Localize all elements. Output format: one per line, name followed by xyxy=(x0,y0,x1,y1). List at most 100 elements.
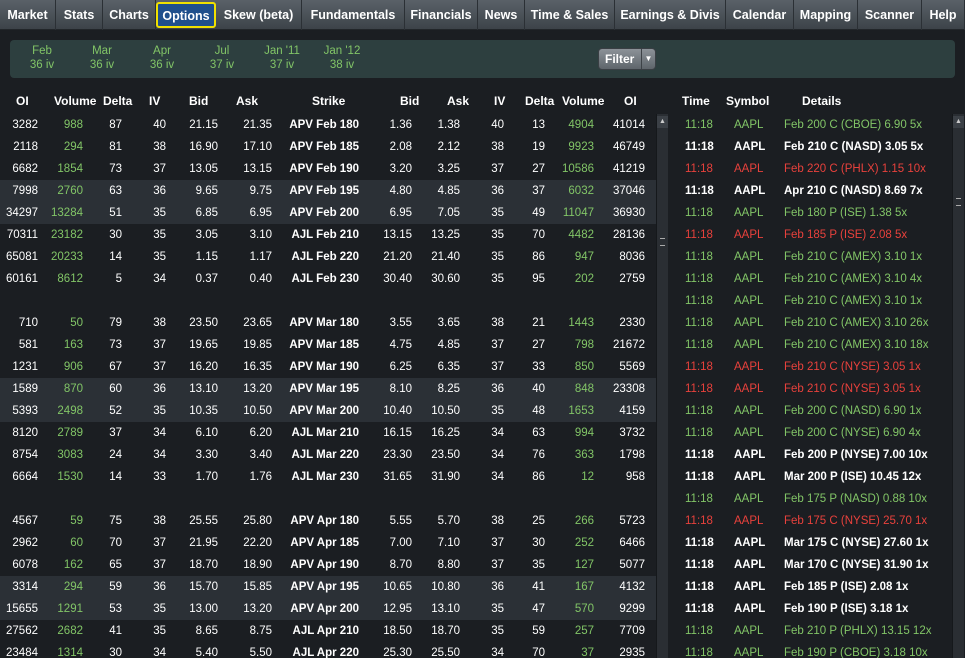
option-row[interactable]: 65081 20233 14 35 1.15 1.17 AJL Feb 220 21.20 21… xyxy=(0,246,656,268)
option-row[interactable]: 3314 294 59 36 15.70 15.85 APV Apr 195 10.65 10.… xyxy=(0,576,656,598)
strike-cell[interactable]: AJL Feb 210 xyxy=(282,224,359,246)
tns-row[interactable]: 11:18 AAPL Feb 180 P (ISE) 1.38 5x xyxy=(670,202,952,224)
strike-cell[interactable]: APV Feb 185 xyxy=(282,136,359,158)
tab-charts[interactable]: Charts xyxy=(103,0,156,30)
tns-row[interactable]: 11:18 AAPL Feb 210 C (NYSE) 3.05 1x xyxy=(670,356,952,378)
header-call-delta[interactable]: Delta xyxy=(103,94,132,108)
scroll-up-arrow-icon[interactable]: ▲ xyxy=(657,116,668,128)
header-put-volume[interactable]: Volume xyxy=(562,94,604,108)
tab-help[interactable]: Help xyxy=(922,0,965,30)
option-row[interactable]: 581 163 73 37 19.65 19.85 APV Mar 185 4.75 4.85 3… xyxy=(0,334,656,356)
tns-row[interactable]: 11:18 AAPL Feb 210 C (AMEX) 3.10 1x xyxy=(670,290,952,312)
header-tns-time[interactable]: Time xyxy=(682,94,710,108)
option-row[interactable]: 2118 294 81 38 16.90 17.10 APV Feb 185 2.08 2.12… xyxy=(0,136,656,158)
expiry-item[interactable]: Jan '11 37 iv xyxy=(252,44,312,72)
strike-cell[interactable]: AJL Feb 230 xyxy=(282,268,359,290)
option-row[interactable]: 7998 2760 63 36 9.65 9.75 APV Feb 195 4.80 4.85 3… xyxy=(0,180,656,202)
option-row[interactable]: 23484 1314 30 34 5.40 5.50 AJL Apr 220 25.30 25.… xyxy=(0,642,656,658)
tab-financials[interactable]: Financials xyxy=(405,0,478,30)
strike-cell[interactable]: APV Apr 195 xyxy=(282,576,359,598)
header-call-iv[interactable]: IV xyxy=(149,94,160,108)
header-put-delta[interactable]: Delta xyxy=(525,94,554,108)
option-row[interactable]: 6664 1530 14 33 1.70 1.76 AJL Mar 230 31.65 31.9… xyxy=(0,466,656,488)
tns-row[interactable]: 11:18 AAPL Feb 185 P (ISE) 2.08 5x xyxy=(670,224,952,246)
strike-cell[interactable]: APV Apr 185 xyxy=(282,532,359,554)
tns-row[interactable]: 11:18 AAPL Feb 200 C (NYSE) 6.90 4x xyxy=(670,422,952,444)
strike-cell[interactable]: AJL Mar 220 xyxy=(282,444,359,466)
tns-row[interactable]: 11:18 AAPL Mar 170 C (NYSE) 31.90 1x xyxy=(670,554,952,576)
option-row[interactable]: 8120 2789 37 34 6.10 6.20 AJL Mar 210 16.15 16.2… xyxy=(0,422,656,444)
option-row[interactable]: 2962 60 70 37 21.95 22.20 APV Apr 185 7.00 7.10 3… xyxy=(0,532,656,554)
header-call-bid[interactable]: Bid xyxy=(189,94,208,108)
option-row[interactable]: 6682 1854 73 37 13.05 13.15 APV Feb 190 3.20 3.2… xyxy=(0,158,656,180)
tns-row[interactable]: 11:18 AAPL Feb 210 C (NYSE) 3.05 1x xyxy=(670,378,952,400)
strike-cell[interactable]: AJL Apr 210 xyxy=(282,620,359,642)
scroll-grip-icon[interactable] xyxy=(956,198,961,206)
tns-row[interactable]: 11:18 AAPL Mar 200 P (ISE) 10.45 12x xyxy=(670,466,952,488)
chain-scrollbar[interactable]: ▲ xyxy=(656,114,668,658)
header-tns-details[interactable]: Details xyxy=(802,94,841,108)
tns-row[interactable]: 11:18 AAPL Feb 185 P (ISE) 2.08 1x xyxy=(670,576,952,598)
option-row[interactable]: 1589 870 60 36 13.10 13.20 APV Mar 195 8.10 8.25… xyxy=(0,378,656,400)
expiry-item[interactable]: Apr 36 iv xyxy=(132,44,192,72)
strike-cell[interactable]: APV Mar 185 xyxy=(282,334,359,356)
expiry-item[interactable]: Jan '12 38 iv xyxy=(312,44,372,72)
option-row[interactable]: 60161 8612 5 34 0.37 0.40 AJL Feb 230 30.40 30.6… xyxy=(0,268,656,290)
option-row[interactable]: 710 50 79 38 23.50 23.65 APV Mar 180 3.55 3.65 38… xyxy=(0,312,656,334)
tab-skew-beta[interactable]: Skew (beta) xyxy=(216,0,302,30)
header-strike[interactable]: Strike xyxy=(312,94,345,108)
header-call-ask[interactable]: Ask xyxy=(236,94,258,108)
tns-row[interactable]: 11:18 AAPL Feb 190 P (CBOE) 3.18 10x xyxy=(670,642,952,658)
chevron-down-icon[interactable]: ▼ xyxy=(641,49,655,69)
option-row[interactable]: 15655 1291 53 35 13.00 13.20 APV Apr 200 12.95 1… xyxy=(0,598,656,620)
strike-cell[interactable]: AJL Mar 230 xyxy=(282,466,359,488)
option-row[interactable]: 70311 23182 30 35 3.05 3.10 AJL Feb 210 13.15 13… xyxy=(0,224,656,246)
strike-cell[interactable]: APV Mar 200 xyxy=(282,400,359,422)
strike-cell[interactable]: APV Apr 190 xyxy=(282,554,359,576)
strike-cell[interactable]: AJL Feb 220 xyxy=(282,246,359,268)
strike-cell[interactable]: APV Mar 190 xyxy=(282,356,359,378)
strike-cell[interactable]: APV Apr 180 xyxy=(282,510,359,532)
expiry-item[interactable]: Feb 36 iv xyxy=(12,44,72,72)
tab-options[interactable]: Options xyxy=(156,2,216,28)
tab-market[interactable]: Market xyxy=(0,0,56,30)
filter-button[interactable]: Filter ▼ xyxy=(598,48,656,70)
tab-scanner[interactable]: Scanner xyxy=(858,0,922,30)
option-row[interactable]: 5393 2498 52 35 10.35 10.50 APV Mar 200 10.40 10… xyxy=(0,400,656,422)
tns-row[interactable]: 11:18 AAPL Apr 210 C (NASD) 8.69 7x xyxy=(670,180,952,202)
header-tns-symbol[interactable]: Symbol xyxy=(726,94,769,108)
header-put-bid[interactable]: Bid xyxy=(400,94,419,108)
tns-row[interactable]: 11:18 AAPL Feb 210 C (AMEX) 3.10 26x xyxy=(670,312,952,334)
option-row[interactable]: 27562 2682 41 35 8.65 8.75 AJL Apr 210 18.50 18.… xyxy=(0,620,656,642)
strike-cell[interactable]: APV Feb 180 xyxy=(282,114,359,136)
header-put-ask[interactable]: Ask xyxy=(447,94,469,108)
expiry-item[interactable]: Mar 36 iv xyxy=(72,44,132,72)
strike-cell[interactable]: APV Feb 195 xyxy=(282,180,359,202)
strike-cell[interactable]: APV Apr 200 xyxy=(282,598,359,620)
tns-row[interactable]: 11:18 AAPL Feb 175 C (NYSE) 25.70 1x xyxy=(670,510,952,532)
tab-earnings-divis[interactable]: Earnings & Divis xyxy=(615,0,726,30)
tab-calendar[interactable]: Calendar xyxy=(726,0,794,30)
header-call-volume[interactable]: Volume xyxy=(54,94,96,108)
tns-row[interactable]: 11:18 AAPL Mar 175 C (NYSE) 27.60 1x xyxy=(670,532,952,554)
tab-time-sales[interactable]: Time & Sales xyxy=(525,0,615,30)
tns-row[interactable]: 11:18 AAPL Feb 210 C (NASD) 3.05 5x xyxy=(670,136,952,158)
scroll-up-arrow-icon[interactable]: ▲ xyxy=(953,116,964,128)
tns-row[interactable]: 11:18 AAPL Feb 210 C (AMEX) 3.10 1x xyxy=(670,246,952,268)
option-row[interactable]: 8754 3083 24 34 3.30 3.40 AJL Mar 220 23.30 23.5… xyxy=(0,444,656,466)
strike-cell[interactable]: APV Feb 190 xyxy=(282,158,359,180)
strike-cell[interactable]: APV Mar 180 xyxy=(282,312,359,334)
option-row[interactable]: 1231 906 67 37 16.20 16.35 APV Mar 190 6.25 6.35… xyxy=(0,356,656,378)
tns-row[interactable]: 11:18 AAPL Feb 210 C (AMEX) 3.10 18x xyxy=(670,334,952,356)
tab-fundamentals[interactable]: Fundamentals xyxy=(302,0,405,30)
strike-cell[interactable]: APV Feb 200 xyxy=(282,202,359,224)
tns-row[interactable]: 11:18 AAPL Feb 210 C (AMEX) 3.10 4x xyxy=(670,268,952,290)
tab-news[interactable]: News xyxy=(478,0,525,30)
expiry-item[interactable]: Jul 37 iv xyxy=(192,44,252,72)
tab-mapping[interactable]: Mapping xyxy=(794,0,858,30)
tns-row[interactable]: 11:18 AAPL Feb 200 P (NYSE) 7.00 10x xyxy=(670,444,952,466)
option-row[interactable]: 6078 162 65 37 18.70 18.90 APV Apr 190 8.70 8.80… xyxy=(0,554,656,576)
option-row[interactable]: 3282 988 87 40 21.15 21.35 APV Feb 180 1.36 1.38… xyxy=(0,114,656,136)
header-call-oi[interactable]: OI xyxy=(16,94,29,108)
tab-stats[interactable]: Stats xyxy=(56,0,103,30)
